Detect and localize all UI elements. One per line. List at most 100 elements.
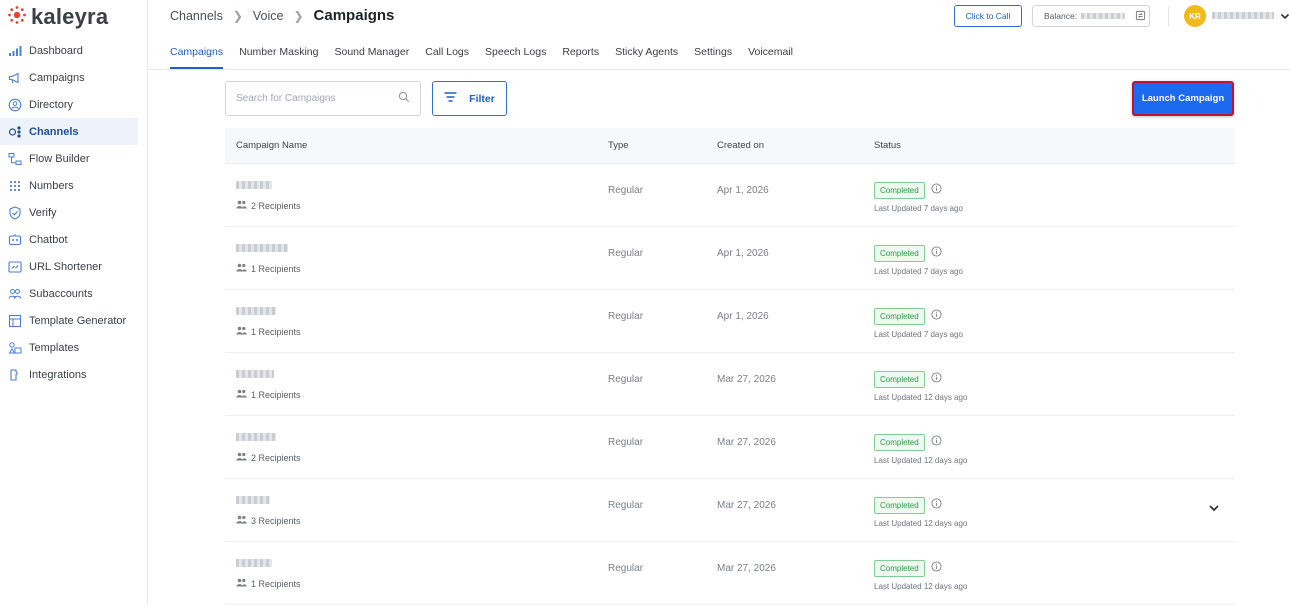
recipients: 1 Recipients xyxy=(236,389,301,400)
brand-logo[interactable]: kaleyra xyxy=(7,4,108,30)
sidebar-item-verify[interactable]: Verify xyxy=(0,199,138,226)
templates-icon xyxy=(8,341,22,355)
recipients: 2 Recipients xyxy=(236,452,301,463)
search-box[interactable] xyxy=(225,81,421,116)
search-icon[interactable] xyxy=(398,90,410,108)
balance-label: Balance: xyxy=(1044,11,1078,21)
chevron-down-icon[interactable] xyxy=(1207,501,1221,515)
status-badge: Completed xyxy=(874,244,925,262)
sidebar-item-label: Integrations xyxy=(29,368,87,381)
tab-call-logs[interactable]: Call Logs xyxy=(425,34,469,69)
recipients: 1 Recipients xyxy=(236,578,301,589)
info-icon[interactable] xyxy=(931,307,942,325)
info-icon[interactable] xyxy=(931,496,942,514)
user-name-redacted[interactable] xyxy=(1212,12,1274,19)
sidebar-item-directory[interactable]: Directory xyxy=(0,91,138,118)
sidebar-item-label: Chatbot xyxy=(29,233,68,246)
campaign-type: Regular xyxy=(608,563,644,574)
table-row[interactable]: 2 Recipients Regular Apr 1, 2026 Completed L… xyxy=(225,164,1235,227)
info-icon[interactable] xyxy=(931,559,942,577)
recipients: 1 Recipients xyxy=(236,326,301,337)
users-icon xyxy=(236,389,247,400)
sidebar-item-template-generator[interactable]: Template Generator xyxy=(0,307,138,334)
sidebar-item-integrations[interactable]: Integrations xyxy=(0,361,138,388)
sidebar-nav: Dashboard Campaigns Directory Channels Flow … xyxy=(0,37,138,388)
tab-sound-manager[interactable]: Sound Manager xyxy=(335,34,410,69)
shield-check-icon xyxy=(8,205,22,220)
recipients: 1 Recipients xyxy=(236,263,301,274)
filter-button[interactable]: Filter xyxy=(432,81,507,116)
breadcrumb-channels[interactable]: Channels xyxy=(170,9,223,23)
status-badge: Completed xyxy=(874,307,925,325)
info-icon[interactable] xyxy=(931,433,942,451)
tab-reports[interactable]: Reports xyxy=(562,34,599,69)
tab-sticky-agents[interactable]: Sticky Agents xyxy=(615,34,678,69)
column-header-created-on: Created on xyxy=(717,140,765,151)
balance-widget[interactable]: Balance: xyxy=(1032,5,1150,27)
breadcrumb-voice[interactable]: Voice xyxy=(253,9,284,23)
sidebar-item-campaigns[interactable]: Campaigns xyxy=(0,64,138,91)
chevron-right-icon: ❯ xyxy=(293,8,304,23)
info-icon[interactable] xyxy=(931,181,942,199)
campaign-name-cell[interactable]: 2 Recipients xyxy=(236,181,301,211)
sidebar-item-dashboard[interactable]: Dashboard xyxy=(0,37,138,64)
tab-campaigns[interactable]: Campaigns xyxy=(170,34,224,69)
chevron-down-icon[interactable] xyxy=(1279,9,1290,21)
page-title: Campaigns xyxy=(313,7,395,24)
table-row[interactable]: 2 Recipients Regular Mar 27, 2026 Completed… xyxy=(225,416,1235,479)
campaign-name-cell[interactable]: 1 Recipients xyxy=(236,559,301,589)
campaign-name-cell[interactable]: 1 Recipients xyxy=(236,370,301,400)
sidebar-item-channels[interactable]: Channels xyxy=(0,118,138,145)
click-to-call-button[interactable]: Click to Call xyxy=(954,5,1022,27)
campaign-name-redacted xyxy=(236,370,274,378)
table-header: Campaign Name Type Created on Status xyxy=(225,128,1235,164)
campaign-name-cell[interactable]: 1 Recipients xyxy=(236,244,301,274)
sidebar-item-chatbot[interactable]: Chatbot xyxy=(0,226,138,253)
sidebar-item-numbers[interactable]: Numbers xyxy=(0,172,138,199)
tab-settings[interactable]: Settings xyxy=(694,34,732,69)
search-input[interactable] xyxy=(236,93,386,104)
campaign-name-cell[interactable]: 1 Recipients xyxy=(236,307,301,337)
sidebar-item-label: Directory xyxy=(29,98,74,111)
tab-number-masking[interactable]: Number Masking xyxy=(239,34,318,69)
created-on: Mar 27, 2026 xyxy=(717,374,776,385)
status-cell: Completed Last Updated 7 days ago xyxy=(874,307,963,339)
table-row[interactable]: 3 Recipients Regular Mar 27, 2026 Completed… xyxy=(225,479,1235,542)
sidebar-item-subaccounts[interactable]: Subaccounts xyxy=(0,280,138,307)
tab-speech-logs[interactable]: Speech Logs xyxy=(485,34,546,69)
sidebar-item-label: URL Shortener xyxy=(29,260,102,273)
launch-campaign-button[interactable]: Launch Campaign xyxy=(1132,81,1234,116)
recipients-count: 2 Recipients xyxy=(251,452,301,463)
info-icon[interactable] xyxy=(931,244,942,262)
sub-tabs: Campaigns Number Masking Sound Manager Call… xyxy=(148,34,1290,70)
contact-circle-icon xyxy=(8,98,22,112)
campaign-type: Regular xyxy=(608,500,644,511)
campaign-name-redacted xyxy=(236,244,288,252)
campaign-name-cell[interactable]: 3 Recipients xyxy=(236,496,301,526)
flow-builder-icon xyxy=(8,152,22,166)
refresh-icon[interactable] xyxy=(1135,10,1146,23)
recipients: 3 Recipients xyxy=(236,515,301,526)
users-icon xyxy=(236,515,247,526)
last-updated: Last Updated 12 days ago xyxy=(874,456,968,465)
tab-voicemail[interactable]: Voicemail xyxy=(748,34,793,69)
table-row[interactable]: 1 Recipients Regular Apr 1, 2026 Completed L… xyxy=(225,290,1235,353)
table-row[interactable]: 1 Recipients Regular Mar 27, 2026 Completed… xyxy=(225,542,1235,605)
keypad-icon xyxy=(8,179,22,193)
column-header-status: Status xyxy=(874,140,901,151)
table-row[interactable]: 1 Recipients Regular Mar 27, 2026 Completed… xyxy=(225,353,1235,416)
breadcrumb: Channels ❯ Voice ❯ Campaigns xyxy=(170,7,394,24)
avatar[interactable]: KR xyxy=(1184,5,1206,27)
brand-name: kaleyra xyxy=(31,4,109,29)
campaign-name-redacted xyxy=(236,181,272,189)
campaign-type: Regular xyxy=(608,374,644,385)
campaign-type: Regular xyxy=(608,248,644,259)
sidebar-item-url-shortener[interactable]: URL Shortener xyxy=(0,253,138,280)
created-on: Apr 1, 2026 xyxy=(717,248,769,259)
sidebar-item-templates[interactable]: Templates xyxy=(0,334,138,361)
info-icon[interactable] xyxy=(931,370,942,388)
campaign-name-cell[interactable]: 2 Recipients xyxy=(236,433,301,463)
sidebar-item-label: Template Generator xyxy=(29,314,127,327)
sidebar-item-flow-builder[interactable]: Flow Builder xyxy=(0,145,138,172)
table-row[interactable]: 1 Recipients Regular Apr 1, 2026 Completed L… xyxy=(225,227,1235,290)
